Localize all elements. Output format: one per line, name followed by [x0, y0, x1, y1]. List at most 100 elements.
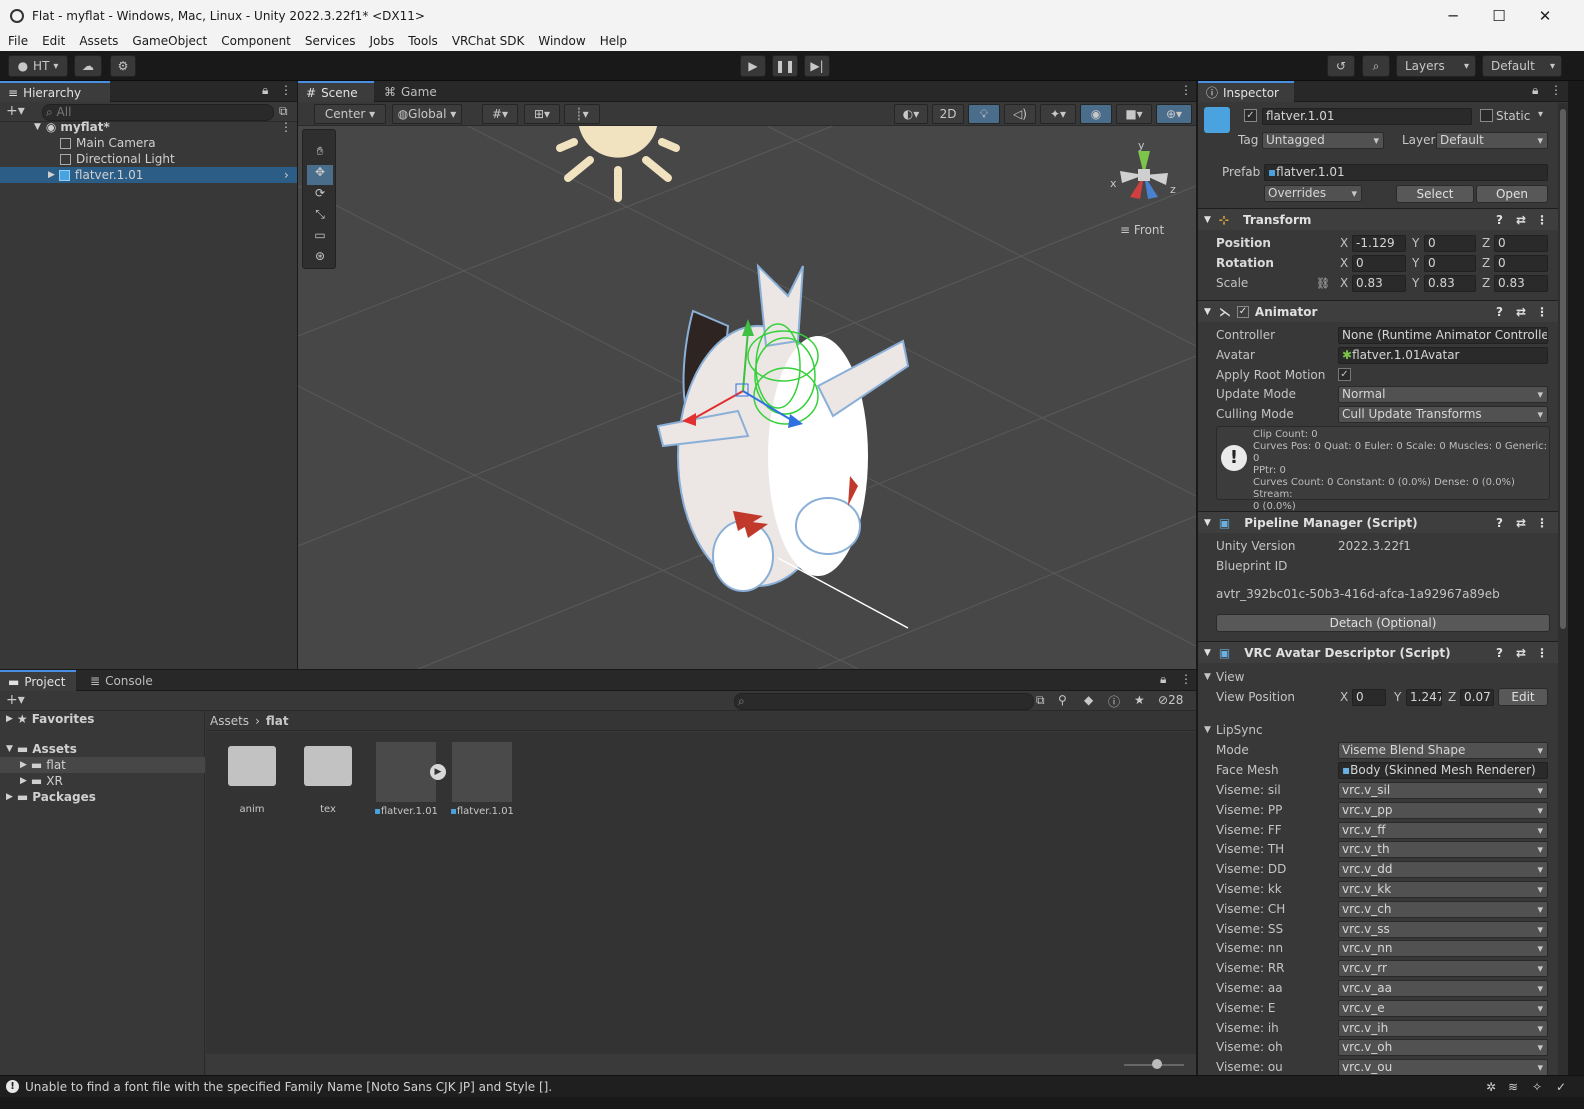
update-mode-dropdown[interactable]: Normal: [1338, 386, 1548, 403]
preset-icon[interactable]: ⇄: [1516, 305, 1526, 319]
tree-favorites[interactable]: ▶ ★ Favorites: [0, 711, 205, 727]
viseme-dropdown[interactable]: vrc.v_ou: [1338, 1059, 1548, 1075]
label-icon[interactable]: ◆: [1084, 693, 1093, 707]
avatar-model[interactable]: [656, 263, 910, 592]
view-position-z-field[interactable]: 0.07: [1460, 689, 1494, 706]
lock-icon[interactable]: 🔒︎: [262, 83, 268, 98]
rotation-y-field[interactable]: 0: [1424, 255, 1476, 272]
pipeline-manager-header[interactable]: ▼ ▣ Pipeline Manager (Script) ? ⇄ ⋮: [1198, 511, 1558, 533]
tab-console[interactable]: ≣ Console: [82, 670, 162, 691]
check-icon[interactable]: ✓: [1556, 1080, 1566, 1094]
log-icon[interactable]: ⓘ: [1108, 693, 1120, 710]
tab-hierarchy[interactable]: ≡ Hierarchy: [0, 81, 110, 102]
search-by-type-icon[interactable]: ⧉: [1036, 693, 1045, 708]
tree-flat[interactable]: ▶ ▬ flat: [0, 757, 205, 773]
static-checkbox[interactable]: [1480, 109, 1493, 122]
viseme-dropdown[interactable]: vrc.v_e: [1338, 999, 1548, 1017]
layer-dropdown[interactable]: Default: [1436, 132, 1548, 149]
viseme-dropdown[interactable]: vrc.v_ff: [1338, 821, 1548, 839]
increment-snap-button[interactable]: ┊▾: [564, 104, 600, 124]
scene-viewport[interactable]: [298, 126, 1196, 669]
breadcrumb-assets[interactable]: Assets: [210, 714, 249, 728]
layout-dropdown[interactable]: Default ▾: [1482, 55, 1562, 77]
tree-assets[interactable]: ▼ ▬ Assets: [0, 741, 205, 757]
pivot-dropdown[interactable]: Center ▾: [314, 104, 386, 124]
detach-button[interactable]: Detach (Optional): [1216, 614, 1550, 632]
hierarchy-item-main-camera[interactable]: Main Camera: [0, 135, 297, 151]
play-button[interactable]: ▶: [740, 55, 766, 77]
tab-inspector[interactable]: ⓘ Inspector: [1198, 81, 1294, 102]
camera-dropdown[interactable]: ■▾: [1116, 104, 1152, 124]
viseme-dropdown[interactable]: vrc.v_ss: [1338, 920, 1548, 938]
position-y-field[interactable]: 0: [1424, 235, 1476, 252]
tab-project[interactable]: ▬ Project: [0, 670, 76, 691]
position-x-field[interactable]: -1.129: [1352, 235, 1406, 252]
viseme-dropdown[interactable]: vrc.v_sil: [1338, 782, 1548, 799]
asset-item-tex[interactable]: tex: [298, 740, 358, 820]
lock-icon[interactable]: 🔒︎: [1160, 672, 1166, 687]
layers-dropdown[interactable]: Layers ▾: [1396, 55, 1476, 77]
rotate-tool-icon[interactable]: ⟳: [307, 186, 333, 206]
scrollbar-thumb[interactable]: [1560, 109, 1566, 629]
viseme-dropdown[interactable]: vrc.v_pp: [1338, 801, 1548, 819]
2d-toggle[interactable]: 2D: [932, 104, 964, 124]
minimize-button[interactable]: ─: [1430, 0, 1476, 31]
zoom-slider-handle[interactable]: [1152, 1059, 1162, 1069]
help-icon[interactable]: ?: [1496, 646, 1503, 660]
add-icon[interactable]: +▾: [6, 103, 25, 119]
hierarchy-item-directional-light[interactable]: Directional Light: [0, 151, 297, 167]
cloud-button[interactable]: ☁: [74, 55, 102, 77]
more-icon[interactable]: ⋮: [1180, 672, 1192, 686]
select-button[interactable]: Select: [1396, 185, 1474, 203]
menu-window[interactable]: Window: [531, 34, 592, 48]
breadcrumb-flat[interactable]: flat: [266, 714, 289, 728]
more-icon[interactable]: ⋮: [1550, 83, 1562, 97]
search-button[interactable]: ⌕: [1362, 55, 1390, 77]
hidden-packages-icon[interactable]: ⊘28: [1158, 693, 1183, 707]
scene-view[interactable]: # Scene ⌘ Game ⋮ Center ▾ ◍ Global ▾ #▾ ⊞…: [298, 81, 1196, 669]
apply-root-motion-checkbox[interactable]: ✓: [1338, 368, 1351, 381]
account-dropdown[interactable]: ● HT ▾: [8, 55, 68, 77]
view-section[interactable]: ▼ View: [1198, 667, 1558, 687]
gpu-icon[interactable]: ✧: [1532, 1080, 1542, 1094]
more-icon[interactable]: ⋮: [1536, 646, 1548, 660]
vrc-avatar-descriptor-header[interactable]: ▼ ▣ VRC Avatar Descriptor (Script) ? ⇄ ⋮: [1198, 641, 1558, 663]
rect-tool-icon[interactable]: ▭: [307, 228, 333, 248]
scene-row[interactable]: ▼ ◉ myflat* ⋮: [0, 119, 297, 135]
viseme-dropdown[interactable]: vrc.v_rr: [1338, 960, 1548, 978]
view-position-x-field[interactable]: 0: [1352, 689, 1386, 706]
menu-edit[interactable]: Edit: [35, 34, 72, 48]
step-button[interactable]: ▶|: [804, 55, 830, 77]
menu-assets[interactable]: Assets: [72, 34, 125, 48]
preset-icon[interactable]: ⇄: [1516, 646, 1526, 660]
filter-icon[interactable]: ⚲: [1058, 693, 1067, 707]
menu-services[interactable]: Services: [298, 34, 363, 48]
debug-icon[interactable]: ✲: [1486, 1080, 1496, 1094]
viseme-dropdown[interactable]: vrc.v_ih: [1338, 1019, 1548, 1037]
viseme-dropdown[interactable]: vrc.v_ch: [1338, 900, 1548, 918]
menu-help[interactable]: Help: [593, 34, 634, 48]
visibility-toggle[interactable]: ◉: [1080, 104, 1112, 124]
view-label[interactable]: ≡ Front: [1120, 223, 1164, 237]
scale-z-field[interactable]: 0.83: [1494, 275, 1548, 292]
chevron-down-icon[interactable]: ▾: [1538, 109, 1543, 120]
transform-header[interactable]: ▼ ⊹ Transform ? ⇄ ⋮: [1198, 208, 1558, 230]
scale-tool-icon[interactable]: ⤡: [307, 207, 333, 227]
collab-button[interactable]: ⚙: [110, 55, 136, 77]
animator-header[interactable]: ▼ ⋋ ✓ Animator ? ⇄ ⋮: [1198, 300, 1558, 322]
prefab-field[interactable]: ▪flatver.1.01: [1264, 164, 1548, 181]
space-dropdown[interactable]: ◍ Global ▾: [392, 104, 462, 124]
lipsync-mode-dropdown[interactable]: Viseme Blend Shape: [1338, 742, 1548, 759]
help-icon[interactable]: ?: [1496, 516, 1503, 530]
transform-tool-icon[interactable]: ⊛: [307, 249, 333, 269]
more-icon[interactable]: ⋮: [280, 120, 292, 134]
hierarchy-item-flatver[interactable]: ▶ flatver.1.01 ›: [0, 167, 297, 183]
maximize-button[interactable]: ☐: [1476, 0, 1522, 31]
scale-y-field[interactable]: 0.83: [1424, 275, 1476, 292]
cache-icon[interactable]: ≋: [1508, 1080, 1518, 1094]
asset-item-flatver-prefab[interactable]: ▪flatver.1.01: [448, 740, 516, 820]
star-icon[interactable]: ★: [1134, 693, 1145, 707]
avatar-field[interactable]: ✱flatver.1.01Avatar: [1338, 347, 1548, 364]
asset-item-flatver-model[interactable]: ▶ ▪flatver.1.01: [372, 740, 446, 820]
more-icon[interactable]: ⋮: [1536, 516, 1548, 530]
